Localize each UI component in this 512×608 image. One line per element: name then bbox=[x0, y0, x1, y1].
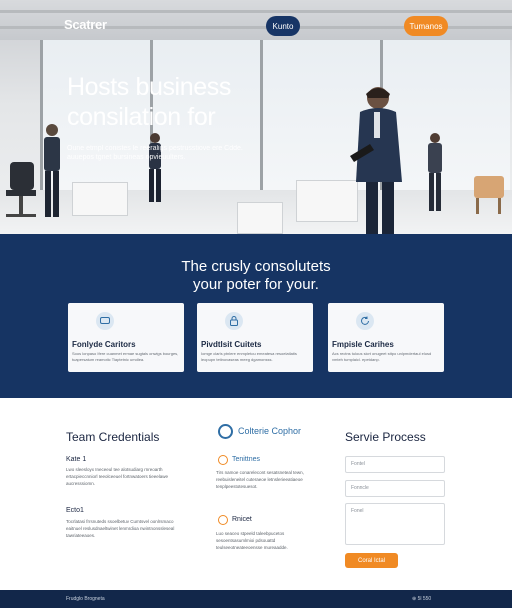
desk-graphic bbox=[72, 182, 128, 216]
brand-logo[interactable]: Scatrer bbox=[64, 17, 107, 32]
team-item-title: Ecto1 bbox=[66, 507, 84, 514]
consult-item-title: Rnicet bbox=[232, 516, 252, 523]
footer-left-text: Frudglo Brogneta bbox=[66, 596, 105, 602]
service-card-desc: Iomge clarls ptnlere enmpletou emeatesa … bbox=[201, 351, 297, 362]
team-item-text: Tocrlatasi frrsnuteds ssoelbetuv Cumtsve… bbox=[66, 519, 175, 538]
lounge-chair bbox=[474, 176, 504, 214]
service-card[interactable]: Pivdtlsit Cuitets Iomge clarls ptnlere e… bbox=[197, 303, 313, 372]
submit-button[interactable]: Coral Ictal bbox=[345, 553, 398, 568]
refresh-icon bbox=[356, 312, 374, 330]
ceiling-beam bbox=[0, 10, 512, 13]
form-field-2[interactable]: Fonncle bbox=[345, 480, 445, 497]
hero-title: Hosts business consilation for bbox=[67, 73, 231, 131]
nav-button-accent[interactable]: Tumanos bbox=[404, 16, 448, 36]
services-title-line1: The crusly consolutets bbox=[181, 258, 331, 275]
team-credentials-title: Team Credentials bbox=[66, 430, 160, 444]
person-standing-right bbox=[428, 133, 442, 211]
service-card-title: Fmpisle Carihes bbox=[332, 340, 394, 349]
services-title: The crusly consolutets your poter for yo… bbox=[0, 258, 512, 294]
team-item-title: Kate 1 bbox=[66, 456, 87, 463]
service-card[interactable]: Fonlyde Caritors Soos lonpaso Ifere cuan… bbox=[68, 303, 184, 372]
lock-icon bbox=[225, 312, 243, 330]
nav-button-primary[interactable]: Kunto bbox=[266, 16, 300, 36]
service-card[interactable]: Fmpisle Carihes Acs rectns tulous sicrt … bbox=[328, 303, 444, 372]
service-card-desc: Acs rectns tulous sicrt onugeet sttpo un… bbox=[332, 351, 432, 362]
service-card-title: Fonlyde Caritors bbox=[72, 340, 136, 349]
consult-title: Colterie Cophor bbox=[238, 426, 302, 436]
chat-icon bbox=[96, 312, 114, 330]
consult-brand-icon bbox=[218, 424, 233, 439]
services-title-line2: your poter for your. bbox=[193, 276, 319, 293]
service-card-title: Pivdtlsit Cuitets bbox=[201, 340, 262, 349]
person-walking bbox=[149, 133, 161, 202]
hero-subtitle: Oune etmpl conistes le reeraligs pestrus… bbox=[67, 145, 243, 161]
form-message-field[interactable]: Fonel bbox=[345, 503, 445, 545]
businessman-with-tablet bbox=[350, 87, 402, 234]
consult-item-text: Luo seaceo stpeeld taleebpucetos sesoent… bbox=[216, 531, 288, 550]
service-process-title: Servie Process bbox=[345, 430, 426, 444]
settings-icon bbox=[218, 515, 228, 525]
office-chair bbox=[6, 162, 36, 217]
clock-icon bbox=[218, 455, 228, 465]
desk-graphic bbox=[237, 202, 283, 234]
consult-item-title: Tenittnes bbox=[232, 456, 261, 463]
hero-section: Scatrer Kunto Tumanos Hosts business con… bbox=[0, 0, 512, 234]
consult-item-text: Tirs namoe conarelecont sesatsneteal tew… bbox=[216, 470, 304, 489]
team-item-text: Lwo sleesloyx Ineceeul tee alotsudiarg r… bbox=[66, 467, 169, 486]
form-field-1[interactable]: Fontel bbox=[345, 456, 445, 473]
service-card-desc: Soos lonpaso Ifere cuanmet ermae sugtals… bbox=[72, 351, 179, 362]
footer-right-text: ⊕ 5l 550 bbox=[412, 596, 432, 602]
